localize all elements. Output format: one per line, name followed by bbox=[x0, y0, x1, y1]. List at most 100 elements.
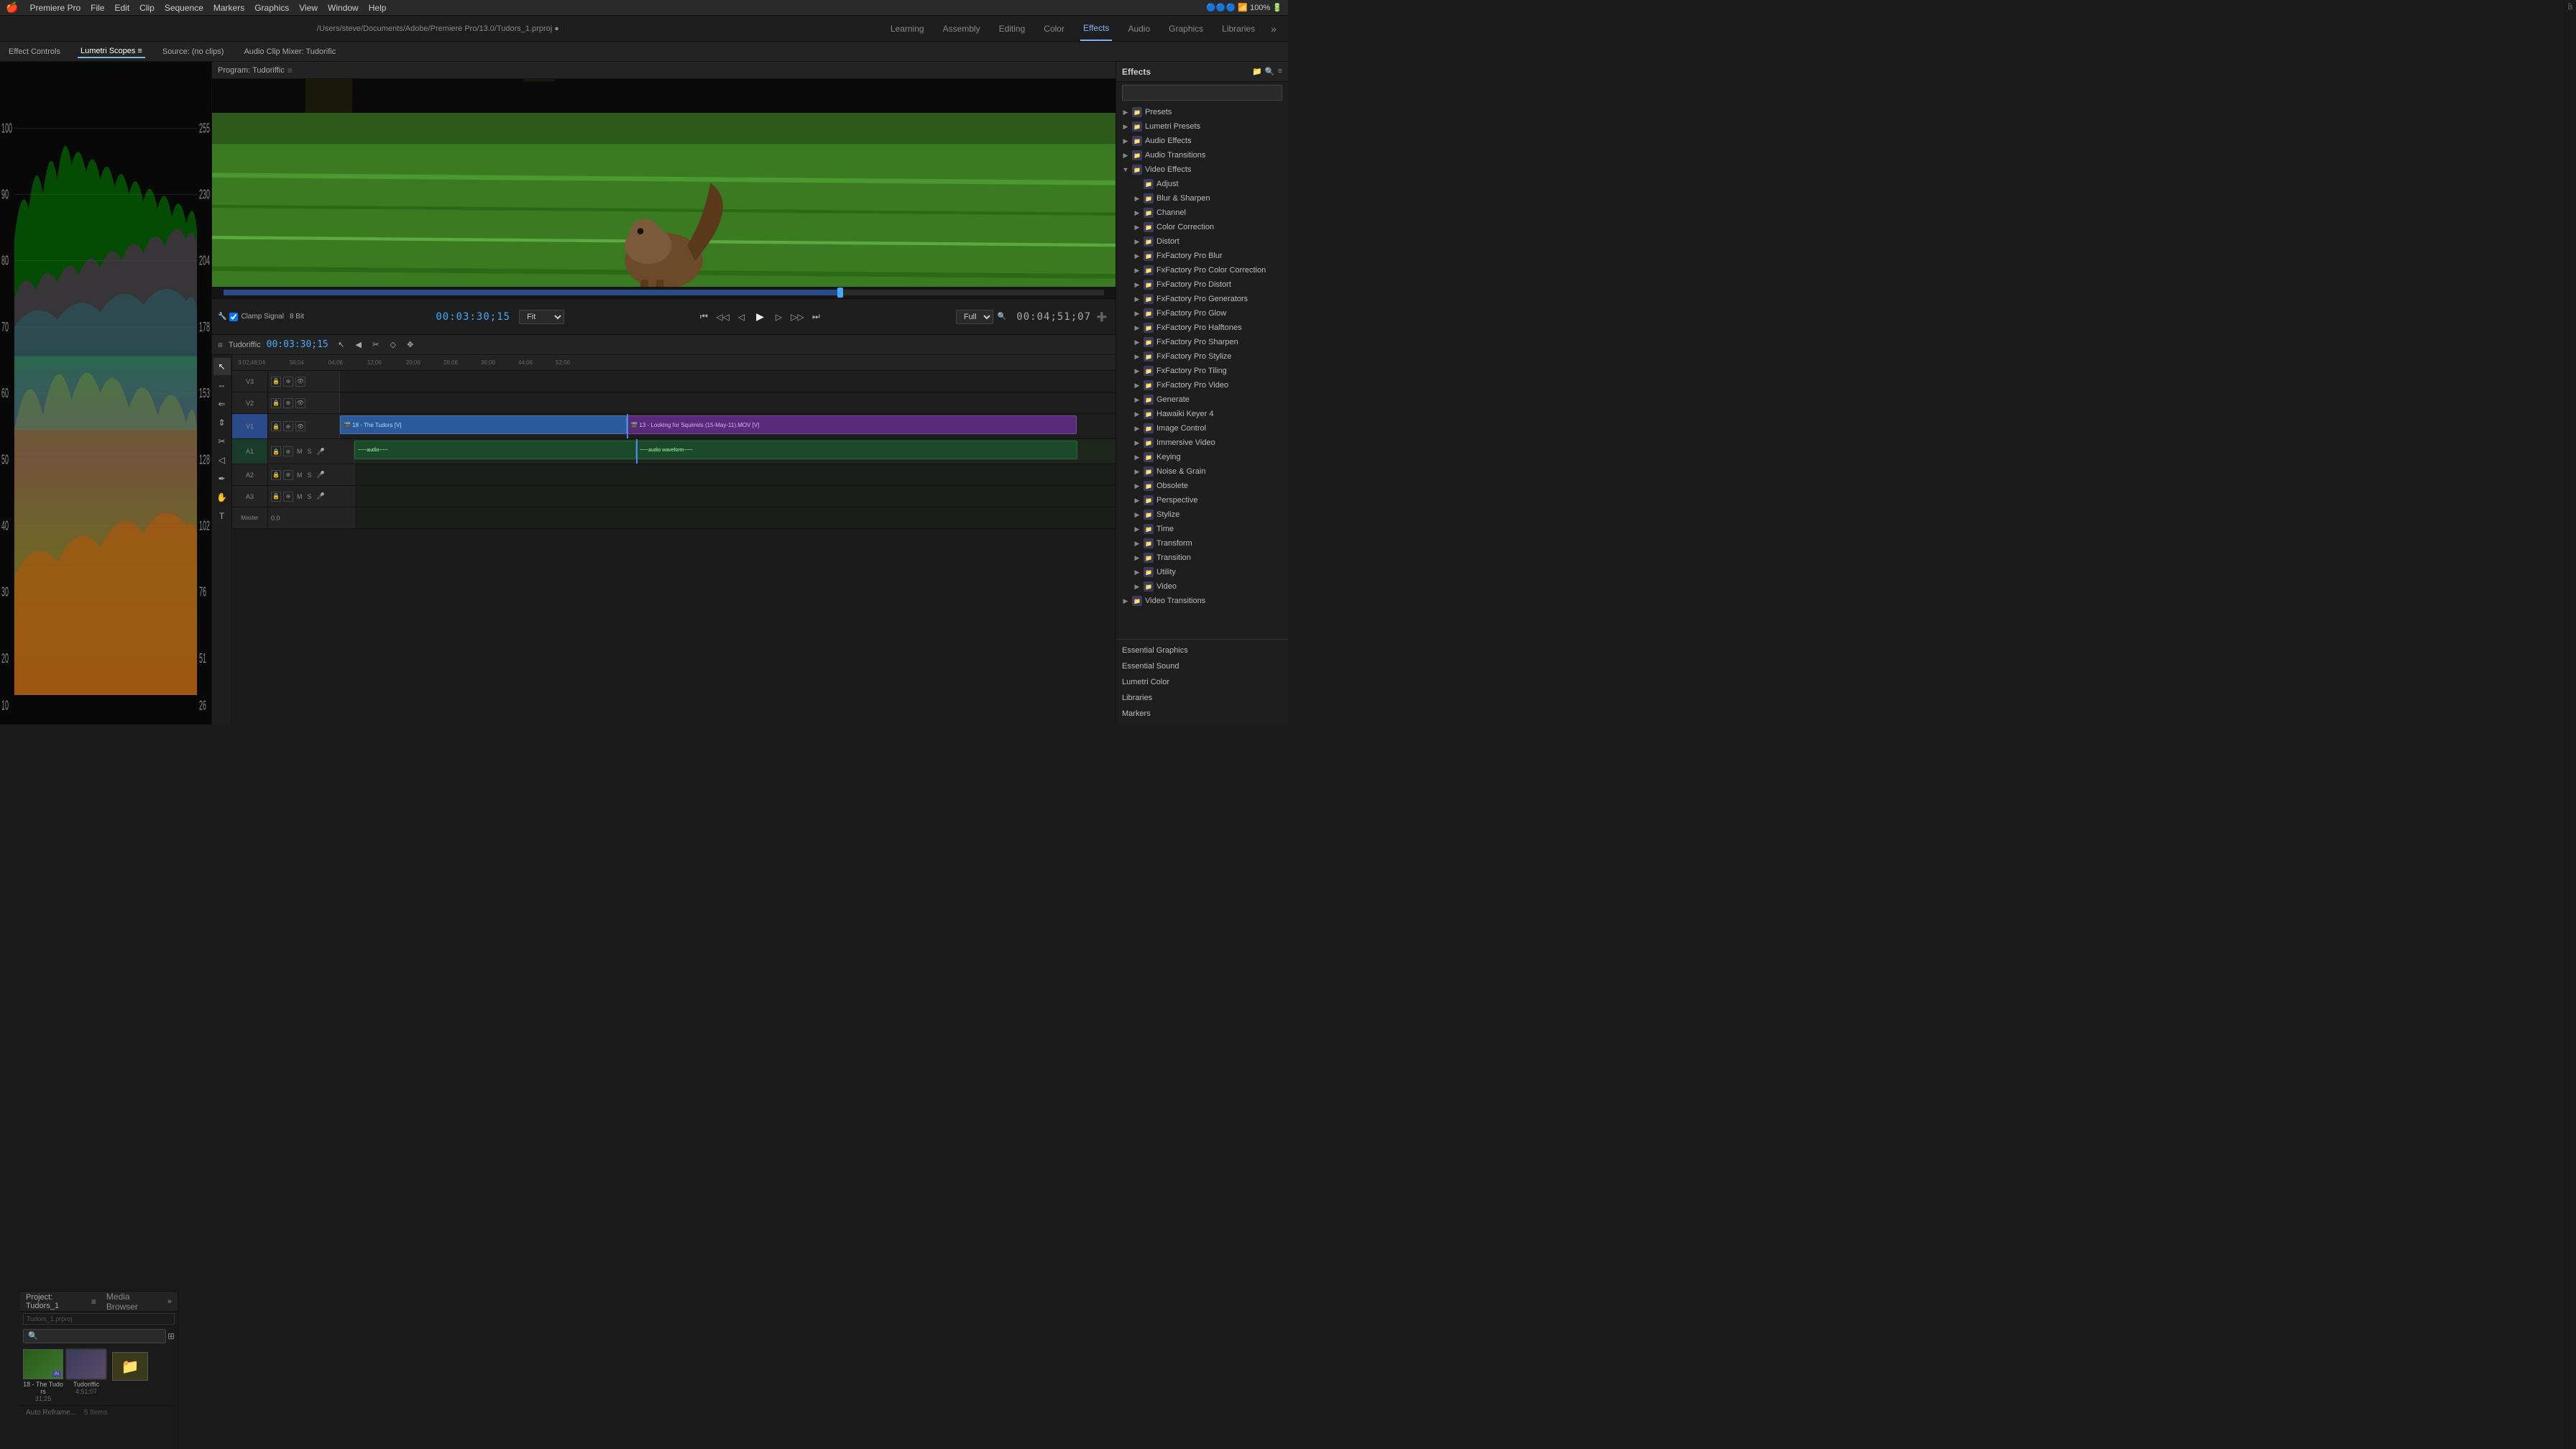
menu-markers[interactable]: Markers bbox=[213, 3, 244, 13]
clip-18-tudors-video[interactable]: 🎬 18 - The Tudors [V] bbox=[340, 415, 627, 434]
tool-track-select[interactable]: ◀ bbox=[351, 338, 366, 352]
tree-item-video-effects[interactable]: ▼ 📁 Video Effects bbox=[1116, 162, 1288, 177]
tree-item-video[interactable]: ▶ 📁 Video bbox=[1116, 579, 1288, 594]
tree-item-utility[interactable]: ▶ 📁 Utility bbox=[1116, 565, 1288, 579]
track-a2-s[interactable]: S bbox=[308, 472, 312, 479]
tree-item-blur-sharpen[interactable]: ▶ 📁 Blur & Sharpen bbox=[1116, 191, 1288, 206]
monitor-scrubber-area[interactable] bbox=[212, 287, 1116, 298]
tree-item-fxfactory-glow[interactable]: ▶ 📁 FxFactory Pro Glow bbox=[1116, 306, 1288, 321]
effects-search-input[interactable] bbox=[1122, 85, 1282, 101]
tab-audio[interactable]: Audio bbox=[1125, 16, 1153, 41]
tab-editing[interactable]: Editing bbox=[996, 16, 1029, 41]
tree-item-fxfactory-video[interactable]: ▶ 📁 FxFactory Pro Video bbox=[1116, 378, 1288, 392]
menu-sequence[interactable]: Sequence bbox=[165, 3, 203, 13]
quality-selector[interactable]: Full 1/2 1/4 bbox=[956, 310, 993, 324]
hand-tool[interactable]: ✋ bbox=[213, 489, 231, 506]
track-a1-s[interactable]: S bbox=[308, 448, 312, 455]
footer-essential-sound[interactable]: Essential Sound bbox=[1116, 658, 1288, 674]
ripple-tool[interactable]: ⇐ bbox=[213, 395, 231, 413]
go-to-in-point[interactable]: ⏮ bbox=[696, 309, 712, 325]
tree-item-time[interactable]: ▶ 📁 Time bbox=[1116, 522, 1288, 536]
tab-graphics[interactable]: Graphics bbox=[1166, 16, 1206, 41]
tab-assembly[interactable]: Assembly bbox=[940, 16, 983, 41]
tree-item-lumetri-presets[interactable]: ▶ 📁 Lumetri Presets bbox=[1116, 119, 1288, 134]
project-folder-icon[interactable]: 📁 bbox=[112, 1352, 148, 1381]
track-v3-sync[interactable]: ⊕ bbox=[283, 377, 293, 387]
track-a1-lock[interactable]: 🔒 bbox=[271, 446, 281, 456]
project-menu[interactable]: ≡ bbox=[91, 1297, 96, 1307]
tree-item-immersive-video[interactable]: ▶ 📁 Immersive Video bbox=[1116, 436, 1288, 450]
step-back-one[interactable]: ◁ bbox=[733, 309, 749, 325]
tree-item-video-transitions[interactable]: ▶ 📁 Video Transitions bbox=[1116, 594, 1288, 608]
tree-item-audio-effects[interactable]: ▶ 📁 Audio Effects bbox=[1116, 134, 1288, 148]
type-tool[interactable]: T bbox=[213, 507, 231, 525]
track-v2-eye[interactable]: 👁 bbox=[295, 398, 305, 408]
timecode-current[interactable]: 00:03:30;15 bbox=[436, 311, 510, 323]
tab-lumetri-scopes[interactable]: Lumetri Scopes ≡ bbox=[78, 45, 145, 58]
search-submit[interactable]: ⊞ bbox=[167, 1331, 175, 1341]
tree-item-hawaiki-keyer[interactable]: ▶ 📁 Hawaiki Keyer 4 bbox=[1116, 407, 1288, 421]
track-a1-mic[interactable]: 🎤 bbox=[317, 448, 325, 456]
step-forward[interactable]: ▷▷ bbox=[789, 309, 805, 325]
media-browser-tab[interactable]: Media Browser bbox=[106, 1292, 162, 1312]
more-workspaces[interactable]: » bbox=[1271, 23, 1276, 34]
tree-item-fxfactory-distort[interactable]: ▶ 📁 FxFactory Pro Distort bbox=[1116, 277, 1288, 292]
track-a3-s[interactable]: S bbox=[308, 493, 312, 500]
track-a3-mic[interactable]: 🎤 bbox=[317, 492, 325, 500]
clip-thumb-tudoriffic[interactable]: Tudoriffic 4;51;07 bbox=[66, 1349, 106, 1402]
track-a3-lock[interactable]: 🔒 bbox=[271, 492, 281, 502]
tree-item-fxfactory-sharpen[interactable]: ▶ 📁 FxFactory Pro Sharpen bbox=[1116, 335, 1288, 349]
project-search-input[interactable] bbox=[23, 1329, 166, 1343]
footer-libraries[interactable]: Libraries bbox=[1116, 690, 1288, 706]
clip-18-tudors-audio[interactable]: ~~~audio~~~ bbox=[354, 441, 636, 459]
clamp-signal-checkbox[interactable] bbox=[229, 313, 238, 321]
tree-item-fxfactory-blur[interactable]: ▶ 📁 FxFactory Pro Blur bbox=[1116, 249, 1288, 263]
tree-item-stylize[interactable]: ▶ 📁 Stylize bbox=[1116, 507, 1288, 522]
footer-essential-graphics[interactable]: Essential Graphics bbox=[1116, 643, 1288, 658]
tree-item-distort[interactable]: ▶ 📁 Distort bbox=[1116, 234, 1288, 249]
tree-item-obsolete[interactable]: ▶ 📁 Obsolete bbox=[1116, 479, 1288, 493]
track-a1-sync[interactable]: ⊕ bbox=[283, 446, 293, 456]
tab-color[interactable]: Color bbox=[1041, 16, 1067, 41]
track-v1-eye[interactable]: 👁 bbox=[295, 421, 305, 431]
tree-item-generate[interactable]: ▶ 📁 Generate bbox=[1116, 392, 1288, 407]
track-a3-m[interactable]: M bbox=[297, 493, 303, 500]
media-browser-expand[interactable]: » bbox=[167, 1297, 172, 1306]
track-content-a1[interactable]: ~~~audio~~~ ~~~audio waveform~~~ bbox=[354, 439, 1116, 464]
step-forward-one[interactable]: ▷ bbox=[770, 309, 786, 325]
track-v3-eye[interactable]: 👁 bbox=[295, 377, 305, 387]
menu-file[interactable]: File bbox=[91, 3, 104, 13]
scrubber-handle[interactable] bbox=[837, 288, 843, 298]
play-button[interactable]: ▶ bbox=[752, 309, 768, 325]
monitor-menu-icon[interactable]: ≡ bbox=[288, 65, 293, 75]
menu-edit[interactable]: Edit bbox=[114, 3, 129, 13]
add-marker[interactable]: ➕ bbox=[1094, 309, 1110, 325]
track-a3-sync[interactable]: ⊕ bbox=[283, 492, 293, 502]
track-a2-sync[interactable]: ⊕ bbox=[283, 470, 293, 480]
track-v1-sync[interactable]: ⊕ bbox=[283, 421, 293, 431]
tree-item-noise-grain[interactable]: ▶ 📁 Noise & Grain bbox=[1116, 464, 1288, 479]
menu-view[interactable]: View bbox=[299, 3, 318, 13]
footer-markers[interactable]: Markers bbox=[1116, 706, 1288, 722]
slip-tool[interactable]: ◁ bbox=[213, 451, 231, 469]
tab-source-no-clips[interactable]: Source: (no clips) bbox=[160, 46, 227, 58]
tool-hand[interactable]: ✥ bbox=[403, 338, 418, 352]
tree-item-audio-transitions[interactable]: ▶ 📁 Audio Transitions bbox=[1116, 148, 1288, 162]
track-v2-sync[interactable]: ⊕ bbox=[283, 398, 293, 408]
go-to-out-point[interactable]: ⏭ bbox=[808, 309, 824, 325]
tool-selection[interactable]: ↖ bbox=[334, 338, 349, 352]
monitor-scrubber[interactable] bbox=[224, 290, 1104, 295]
select-tool[interactable]: ↖ bbox=[213, 358, 231, 375]
tab-effects[interactable]: Effects bbox=[1080, 16, 1112, 41]
track-a2-lock[interactable]: 🔒 bbox=[271, 470, 281, 480]
tool-razor[interactable]: ◇ bbox=[386, 338, 400, 352]
menu-graphics[interactable]: Graphics bbox=[254, 3, 289, 13]
track-select-tool[interactable]: ⇔ bbox=[213, 377, 231, 394]
track-a1-m[interactable]: M bbox=[297, 448, 303, 455]
track-v2-lock[interactable]: 🔒 bbox=[271, 398, 281, 408]
tree-item-fxfactory-halftones[interactable]: ▶ 📁 FxFactory Pro Halftones bbox=[1116, 321, 1288, 335]
tab-libraries[interactable]: Libraries bbox=[1219, 16, 1258, 41]
fit-selector[interactable]: Fit 25% 50% 75% 100% bbox=[519, 310, 564, 324]
tree-item-transition[interactable]: ▶ 📁 Transition bbox=[1116, 551, 1288, 565]
clip-squirrels-audio[interactable]: ~~~audio waveform~~~ bbox=[636, 441, 1077, 459]
